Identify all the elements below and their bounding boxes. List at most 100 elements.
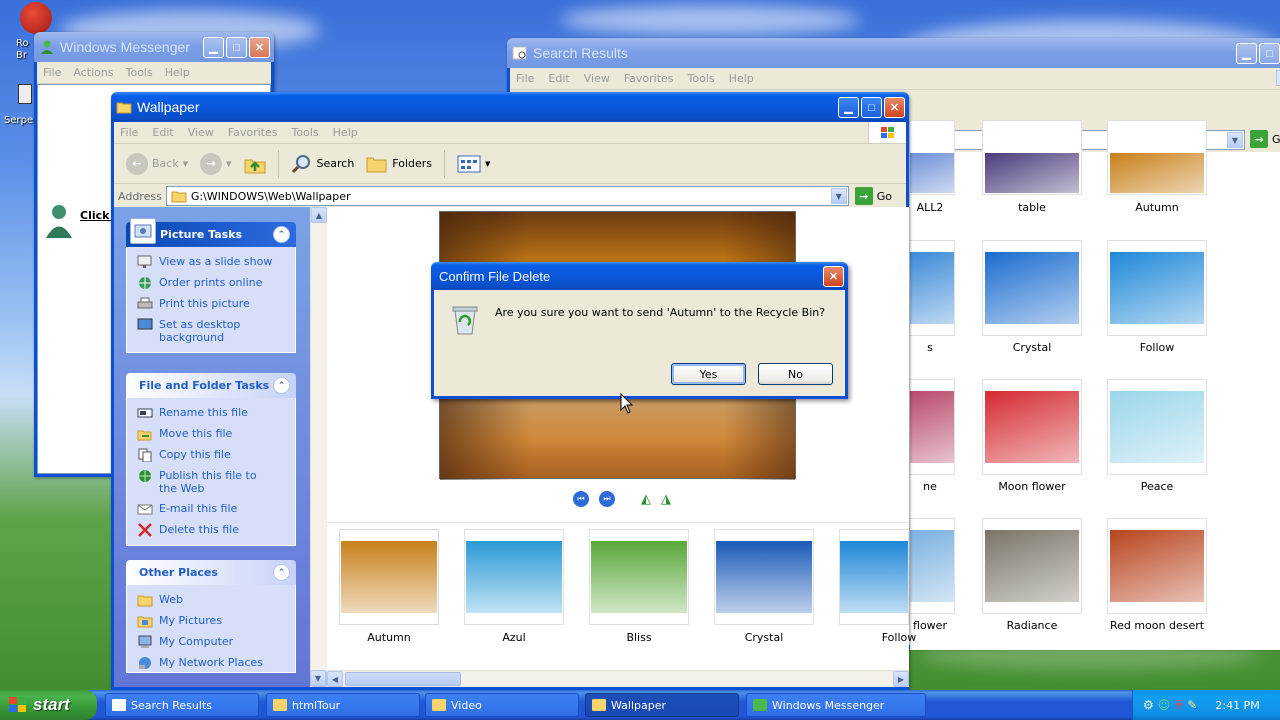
task-pane-scrollbar[interactable]: ▲ ▼ xyxy=(310,207,327,687)
tray-security-icon[interactable]: ⛨ xyxy=(1174,698,1183,713)
task-order-prints[interactable]: Order prints online xyxy=(137,276,295,290)
menu-actions[interactable]: Actions xyxy=(73,66,113,79)
collapse-icon[interactable]: ⌃ xyxy=(273,226,290,243)
search-results-titlebar[interactable]: Search Results ▁ □ xyxy=(507,38,1280,68)
folders-button[interactable]: Folders xyxy=(362,151,436,177)
messenger-titlebar[interactable]: Windows Messenger ▁ □ ✕ xyxy=(34,32,274,62)
taskbar-button[interactable]: Wallpaper xyxy=(585,693,739,717)
search-result-thumbnail[interactable] xyxy=(909,120,955,195)
minimize-button[interactable]: ▁ xyxy=(203,37,224,58)
menu-tools[interactable]: Tools xyxy=(292,126,319,139)
rotate-counterclockwise-icon[interactable]: ◮ xyxy=(661,492,671,507)
scroll-right-button[interactable]: ▶ xyxy=(893,671,909,687)
wallpaper-titlebar[interactable]: Wallpaper ▁ □ ✕ xyxy=(111,92,909,122)
search-result-thumbnail[interactable] xyxy=(982,379,1082,475)
menu-help[interactable]: Help xyxy=(165,66,190,79)
confirm-delete-dialog[interactable]: Confirm File Delete ✕ Are you sure you w… xyxy=(431,262,848,399)
task-move[interactable]: Move this file xyxy=(137,427,295,441)
search-go-button[interactable]: → Go xyxy=(1250,130,1280,148)
scroll-left-button[interactable]: ◀ xyxy=(327,671,343,687)
search-result-thumbnail[interactable] xyxy=(1107,518,1207,614)
start-button[interactable]: start xyxy=(0,690,97,720)
maximize-button[interactable]: □ xyxy=(861,97,882,118)
filmstrip-thumbnail[interactable] xyxy=(714,529,814,625)
task-delete[interactable]: Delete this file xyxy=(137,523,295,537)
search-result-thumbnail[interactable] xyxy=(982,240,1082,336)
tray-network-icon[interactable]: ⚙ xyxy=(1143,698,1154,712)
task-copy[interactable]: Copy this file xyxy=(137,448,295,462)
filmstrip-hscrollbar[interactable]: ◀ ▶ xyxy=(327,670,909,687)
task-slideshow[interactable]: View as a slide show xyxy=(137,255,295,269)
close-button[interactable]: ✕ xyxy=(823,266,844,287)
menu-view[interactable]: View xyxy=(584,72,610,85)
up-folder-button[interactable] xyxy=(240,151,270,177)
rotate-clockwise-icon[interactable]: ◭ xyxy=(641,492,651,507)
search-result-thumbnail[interactable] xyxy=(982,120,1082,195)
taskbar-button[interactable]: Search Results xyxy=(105,693,259,717)
close-button[interactable]: ✕ xyxy=(249,37,270,58)
menu-file[interactable]: File xyxy=(516,72,534,85)
place-web[interactable]: Web xyxy=(137,593,295,607)
menu-tools[interactable]: Tools xyxy=(126,66,153,79)
menu-help[interactable]: Help xyxy=(729,72,754,85)
task-email[interactable]: E-mail this file xyxy=(137,502,295,516)
search-result-thumbnail[interactable] xyxy=(1107,240,1207,336)
task-rename[interactable]: Rename this file xyxy=(137,406,295,420)
picture-tasks-header[interactable]: Picture Tasks ⌃ xyxy=(126,218,296,247)
collapse-icon[interactable]: ⌃ xyxy=(273,564,290,581)
menu-edit[interactable]: Edit xyxy=(152,126,173,139)
menu-view[interactable]: View xyxy=(188,126,214,139)
filmstrip-thumbnail[interactable] xyxy=(589,529,689,625)
taskbar-button[interactable]: Windows Messenger xyxy=(746,693,926,717)
search-result-thumbnail[interactable] xyxy=(1107,379,1207,475)
taskbar-button[interactable]: htmlTour xyxy=(266,693,420,717)
search-result-thumbnail[interactable] xyxy=(1107,120,1207,195)
tray-clock[interactable]: 2:41 PM xyxy=(1215,699,1259,712)
chevron-down-icon[interactable]: ▼ xyxy=(1227,132,1243,148)
menu-file[interactable]: File xyxy=(43,66,61,79)
task-set-background[interactable]: Set as desktop background xyxy=(137,318,295,344)
menu-tools[interactable]: Tools xyxy=(688,72,715,85)
search-result-thumbnail[interactable] xyxy=(909,518,955,614)
tray-messenger-icon[interactable]: ☺ xyxy=(1158,698,1171,712)
back-button[interactable]: ← Back ▼ xyxy=(122,150,192,178)
scroll-thumb[interactable] xyxy=(345,672,461,686)
no-button[interactable]: No xyxy=(758,363,833,385)
go-button[interactable]: → Go xyxy=(853,187,902,205)
collapse-icon[interactable]: ⌃ xyxy=(273,377,290,394)
scroll-down-corner[interactable]: ▼ xyxy=(310,670,326,686)
search-button[interactable]: Search xyxy=(287,151,359,177)
scroll-up-button[interactable]: ▲ xyxy=(1276,70,1280,86)
menu-help[interactable]: Help xyxy=(333,126,358,139)
next-image-icon[interactable]: ⏭ xyxy=(599,491,615,507)
search-result-thumbnail[interactable] xyxy=(909,379,955,475)
menu-favorites[interactable]: Favorites xyxy=(624,72,674,85)
maximize-button[interactable]: □ xyxy=(1259,43,1280,64)
place-my-pictures[interactable]: My Pictures xyxy=(137,614,295,628)
task-print-picture[interactable]: Print this picture xyxy=(137,297,295,311)
other-places-header[interactable]: Other Places ⌃ xyxy=(126,560,296,585)
search-result-thumbnail[interactable] xyxy=(909,240,955,336)
desktop-icon-serpe[interactable] xyxy=(18,84,32,104)
minimize-button[interactable]: ▁ xyxy=(838,97,859,118)
previous-image-icon[interactable]: ⏮ xyxy=(573,491,589,507)
place-network[interactable]: My Network Places xyxy=(137,656,295,670)
menu-file[interactable]: File xyxy=(120,126,138,139)
search-result-thumbnail[interactable] xyxy=(982,518,1082,614)
filmstrip-thumbnail[interactable] xyxy=(339,529,439,625)
place-my-computer[interactable]: My Computer xyxy=(137,635,295,649)
file-tasks-header[interactable]: File and Folder Tasks ⌃ xyxy=(126,373,296,398)
taskbar-button[interactable]: Video xyxy=(425,693,579,717)
menu-favorites[interactable]: Favorites xyxy=(228,126,278,139)
chevron-down-icon[interactable]: ▼ xyxy=(830,188,847,204)
dialog-titlebar[interactable]: Confirm File Delete ✕ xyxy=(431,262,848,290)
task-publish[interactable]: Publish this file to the Web xyxy=(137,469,295,495)
menu-edit[interactable]: Edit xyxy=(548,72,569,85)
filmstrip-thumbnail[interactable] xyxy=(464,529,564,625)
desktop-icon-recycle[interactable] xyxy=(20,2,52,34)
tray-update-icon[interactable]: ✎ xyxy=(1187,698,1197,712)
views-button[interactable]: ▼ xyxy=(453,152,494,176)
close-button[interactable]: ✕ xyxy=(884,97,905,118)
address-field[interactable]: G:\WINDOWS\Web\Wallpaper ▼ xyxy=(165,186,849,206)
minimize-button[interactable]: ▁ xyxy=(1236,43,1257,64)
